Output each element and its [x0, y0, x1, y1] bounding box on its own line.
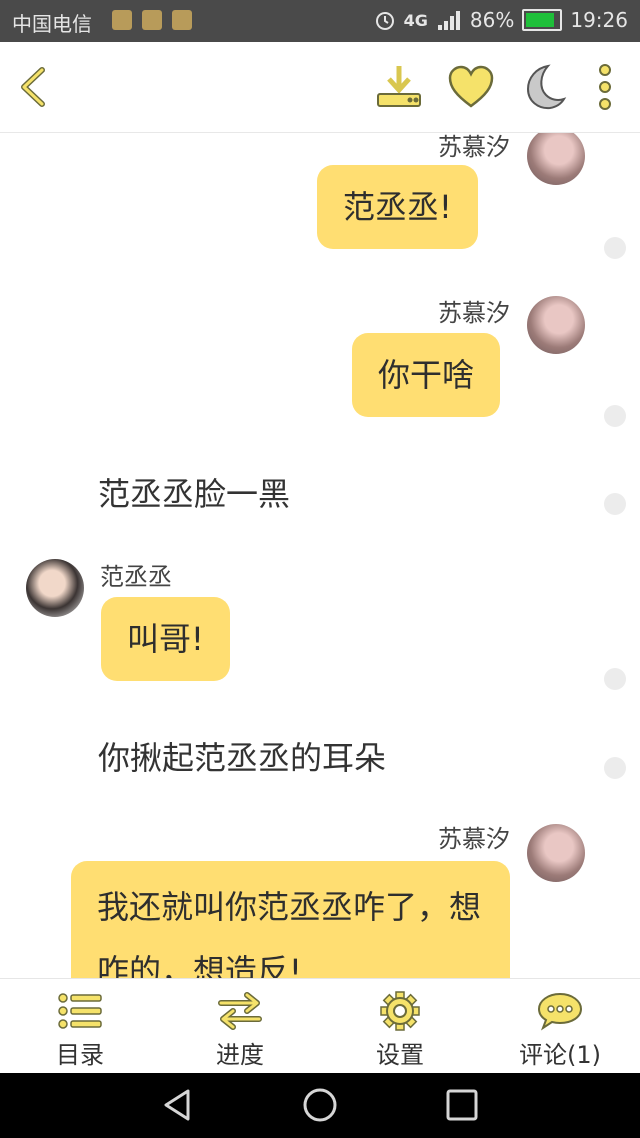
health-icon	[142, 10, 162, 30]
speaker-name: 苏慕汐	[438, 825, 510, 853]
catalog-button[interactable]: 目录	[0, 979, 160, 1074]
battery-percent: 86%	[469, 8, 515, 32]
comment-dot[interactable]	[604, 493, 626, 515]
avatar	[26, 559, 84, 617]
back-triangle-icon[interactable]	[160, 1087, 196, 1123]
signal-icon	[437, 11, 460, 30]
comment-dot[interactable]	[604, 668, 626, 690]
list-icon	[58, 993, 102, 1029]
avatar	[527, 133, 585, 185]
message-bubble: 你干啥	[352, 333, 501, 417]
nav-label: 进度	[216, 1041, 264, 1069]
home-circle-icon[interactable]	[302, 1087, 338, 1123]
alarm-icon	[375, 12, 394, 30]
swap-arrows-icon	[218, 992, 262, 1030]
comment-dot[interactable]	[604, 405, 626, 427]
location-icon	[112, 10, 132, 30]
avatar	[527, 296, 585, 354]
gallery-icon	[172, 10, 192, 30]
settings-button[interactable]: 设置	[320, 979, 480, 1074]
nav-label: 评论(1)	[519, 1041, 601, 1069]
reader-toolbar	[0, 42, 640, 133]
narration-text: 你揪起范丞丞的耳朵	[98, 739, 387, 777]
download-icon[interactable]	[374, 62, 424, 112]
comments-button[interactable]: 评论(1)	[480, 979, 640, 1074]
message-bubble: 我还就叫你范丞丞咋了，想咋的，想造反!	[71, 861, 510, 978]
story-chat[interactable]: 苏慕汐 范丞丞! 苏慕汐 你干啥 范丞丞脸一黑 范丞丞 叫哥! 你揪起范丞丞的耳…	[0, 133, 640, 978]
battery-icon	[522, 9, 563, 31]
speaker-name: 苏慕汐	[438, 299, 510, 327]
avatar	[527, 824, 585, 882]
carrier-name: 中国电信	[12, 12, 92, 36]
more-icon[interactable]	[580, 62, 630, 112]
comment-dot[interactable]	[604, 757, 626, 779]
comment-dot[interactable]	[604, 237, 626, 259]
notification-icons	[112, 10, 192, 30]
message-bubble: 范丞丞!	[317, 165, 478, 249]
back-icon[interactable]	[10, 62, 60, 112]
moon-icon[interactable]	[518, 62, 568, 112]
nav-label: 设置	[376, 1041, 424, 1069]
heart-icon[interactable]	[446, 62, 496, 112]
status-bar: 中国电信 4G 86% 19:26	[0, 0, 640, 42]
message-bubble: 叫哥!	[101, 597, 230, 681]
chat-bubble-icon	[537, 992, 583, 1031]
nav-label: 目录	[56, 1041, 104, 1069]
bottom-nav: 目录 进度 设置 评论(1)	[0, 978, 640, 1074]
system-nav-bar	[0, 1073, 640, 1138]
narration-text: 范丞丞脸一黑	[98, 475, 291, 513]
recent-apps-icon[interactable]	[444, 1087, 480, 1123]
status-right: 4G 86% 19:26	[374, 8, 628, 32]
clock: 19:26	[570, 8, 628, 32]
gear-icon	[380, 991, 420, 1031]
speaker-name: 范丞丞	[100, 563, 172, 591]
speaker-name: 苏慕汐	[438, 133, 510, 161]
progress-button[interactable]: 进度	[160, 979, 320, 1074]
network-type: 4G	[403, 10, 428, 30]
